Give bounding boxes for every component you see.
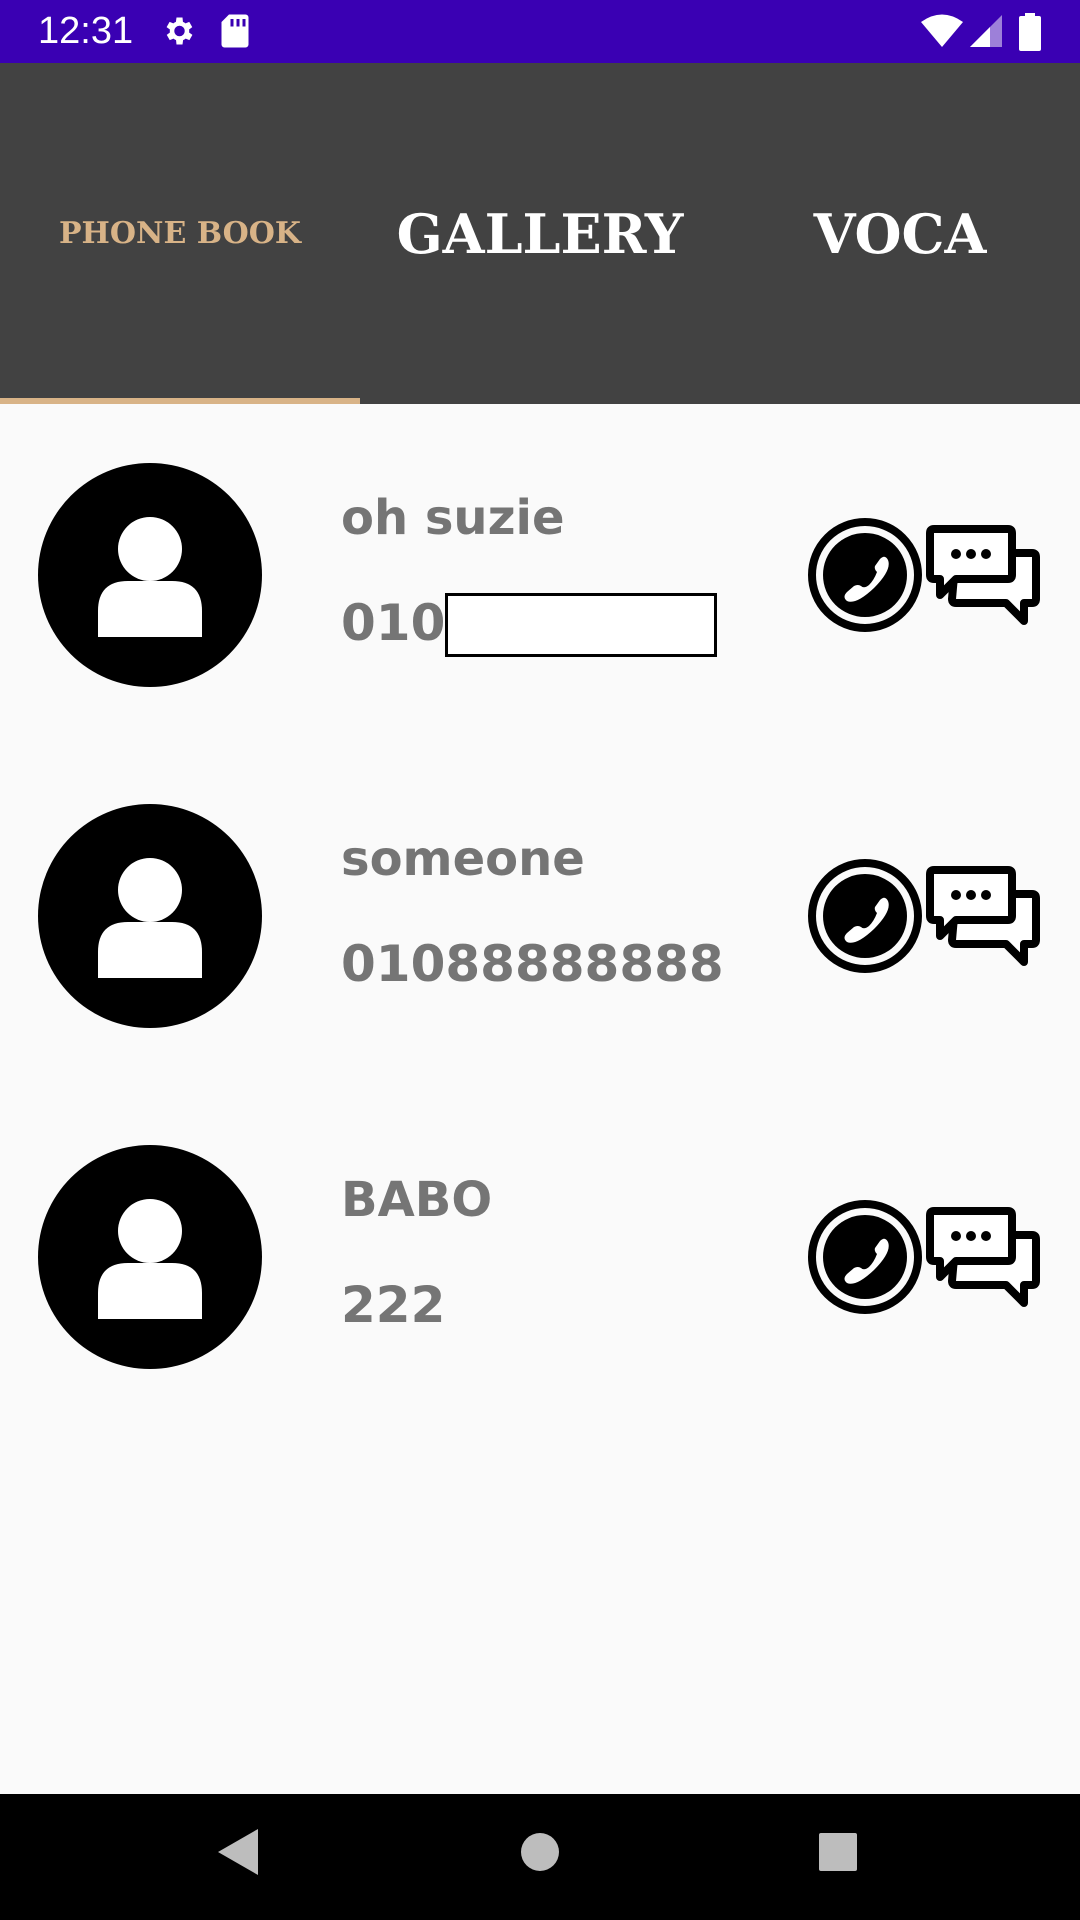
person-icon: [38, 804, 262, 1028]
chat-bubbles-icon[interactable]: [926, 864, 1040, 968]
recents-icon[interactable]: [817, 1827, 859, 1877]
signal-icon: [970, 15, 1002, 47]
person-icon: [38, 1145, 262, 1369]
person-icon: [38, 463, 262, 687]
status-bar: 12:31: [0, 0, 1080, 63]
list-item[interactable]: BABO 222: [0, 1086, 1080, 1427]
battery-icon: [1019, 13, 1041, 51]
phone-call-icon[interactable]: [808, 859, 922, 973]
sd-card-icon: [221, 14, 249, 48]
phone-call-icon[interactable]: [808, 518, 922, 632]
contact-name: BABO: [341, 1172, 493, 1228]
contact-phone: 01088888888: [341, 935, 724, 993]
back-icon[interactable]: [216, 1827, 260, 1877]
home-icon[interactable]: [519, 1827, 561, 1877]
tab-phone-book[interactable]: PHONE BOOK: [0, 63, 360, 404]
navigation-bar: [0, 1794, 1080, 1920]
contact-name: oh suzie: [341, 490, 565, 546]
redaction-box: [445, 593, 718, 657]
status-time: 12:31: [38, 10, 134, 52]
tab-bar: PHONE BOOK GALLERY VOCA: [0, 63, 1080, 404]
settings-icon: [166, 17, 193, 45]
list-item[interactable]: oh suzie 010: [0, 404, 1080, 745]
chat-bubbles-icon[interactable]: [926, 1205, 1040, 1309]
wifi-icon: [921, 14, 963, 47]
contact-name: someone: [341, 831, 585, 887]
phone-call-icon[interactable]: [808, 1200, 922, 1314]
contact-phone: 222: [341, 1276, 446, 1334]
tab-gallery[interactable]: GALLERY: [360, 63, 720, 404]
chat-bubbles-icon[interactable]: [926, 523, 1040, 627]
list-item[interactable]: someone 01088888888: [0, 745, 1080, 1086]
contact-phone: 010: [341, 593, 718, 657]
tab-voca[interactable]: VOCA: [720, 63, 1080, 404]
